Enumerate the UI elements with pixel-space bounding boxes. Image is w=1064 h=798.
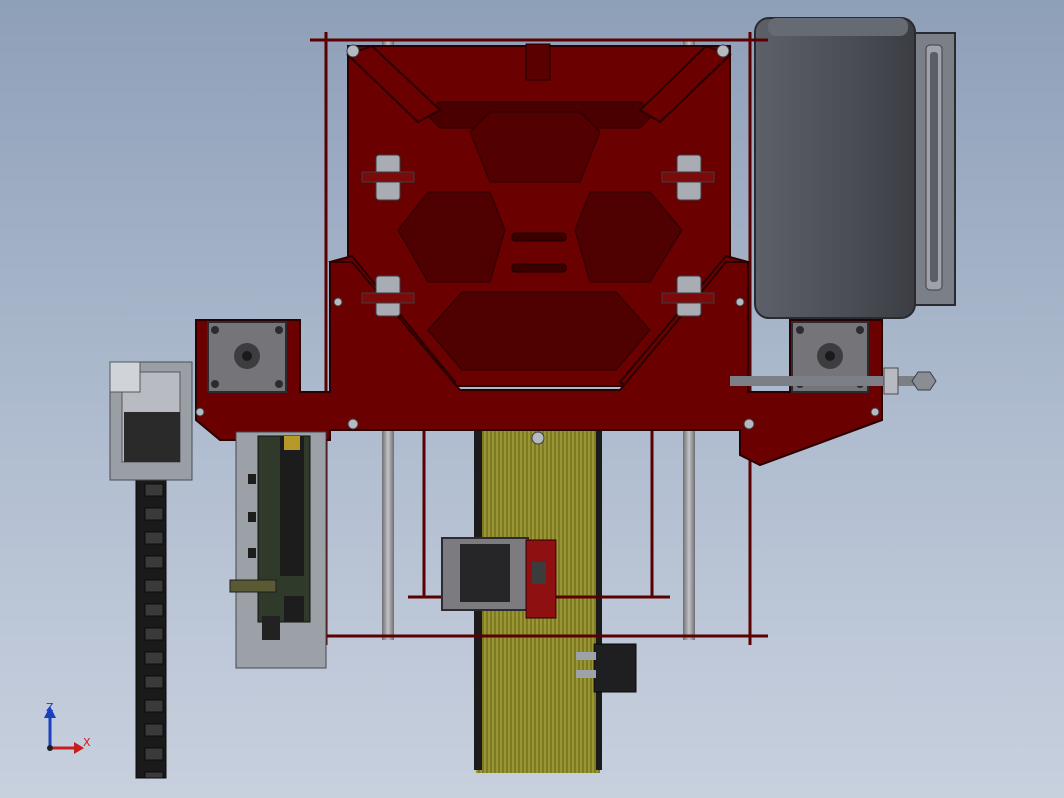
cad-viewport[interactable]: Z X	[0, 0, 1064, 798]
power-supply	[754, 17, 956, 319]
control-board	[229, 431, 327, 669]
stepper-motor-left	[207, 321, 287, 393]
x-endstop-bracket	[109, 361, 193, 481]
z-axis-label: Z	[46, 701, 54, 714]
extruder-motor	[441, 537, 557, 619]
x-axis-label: X	[83, 736, 91, 749]
axis-triad: Z X	[44, 701, 91, 754]
